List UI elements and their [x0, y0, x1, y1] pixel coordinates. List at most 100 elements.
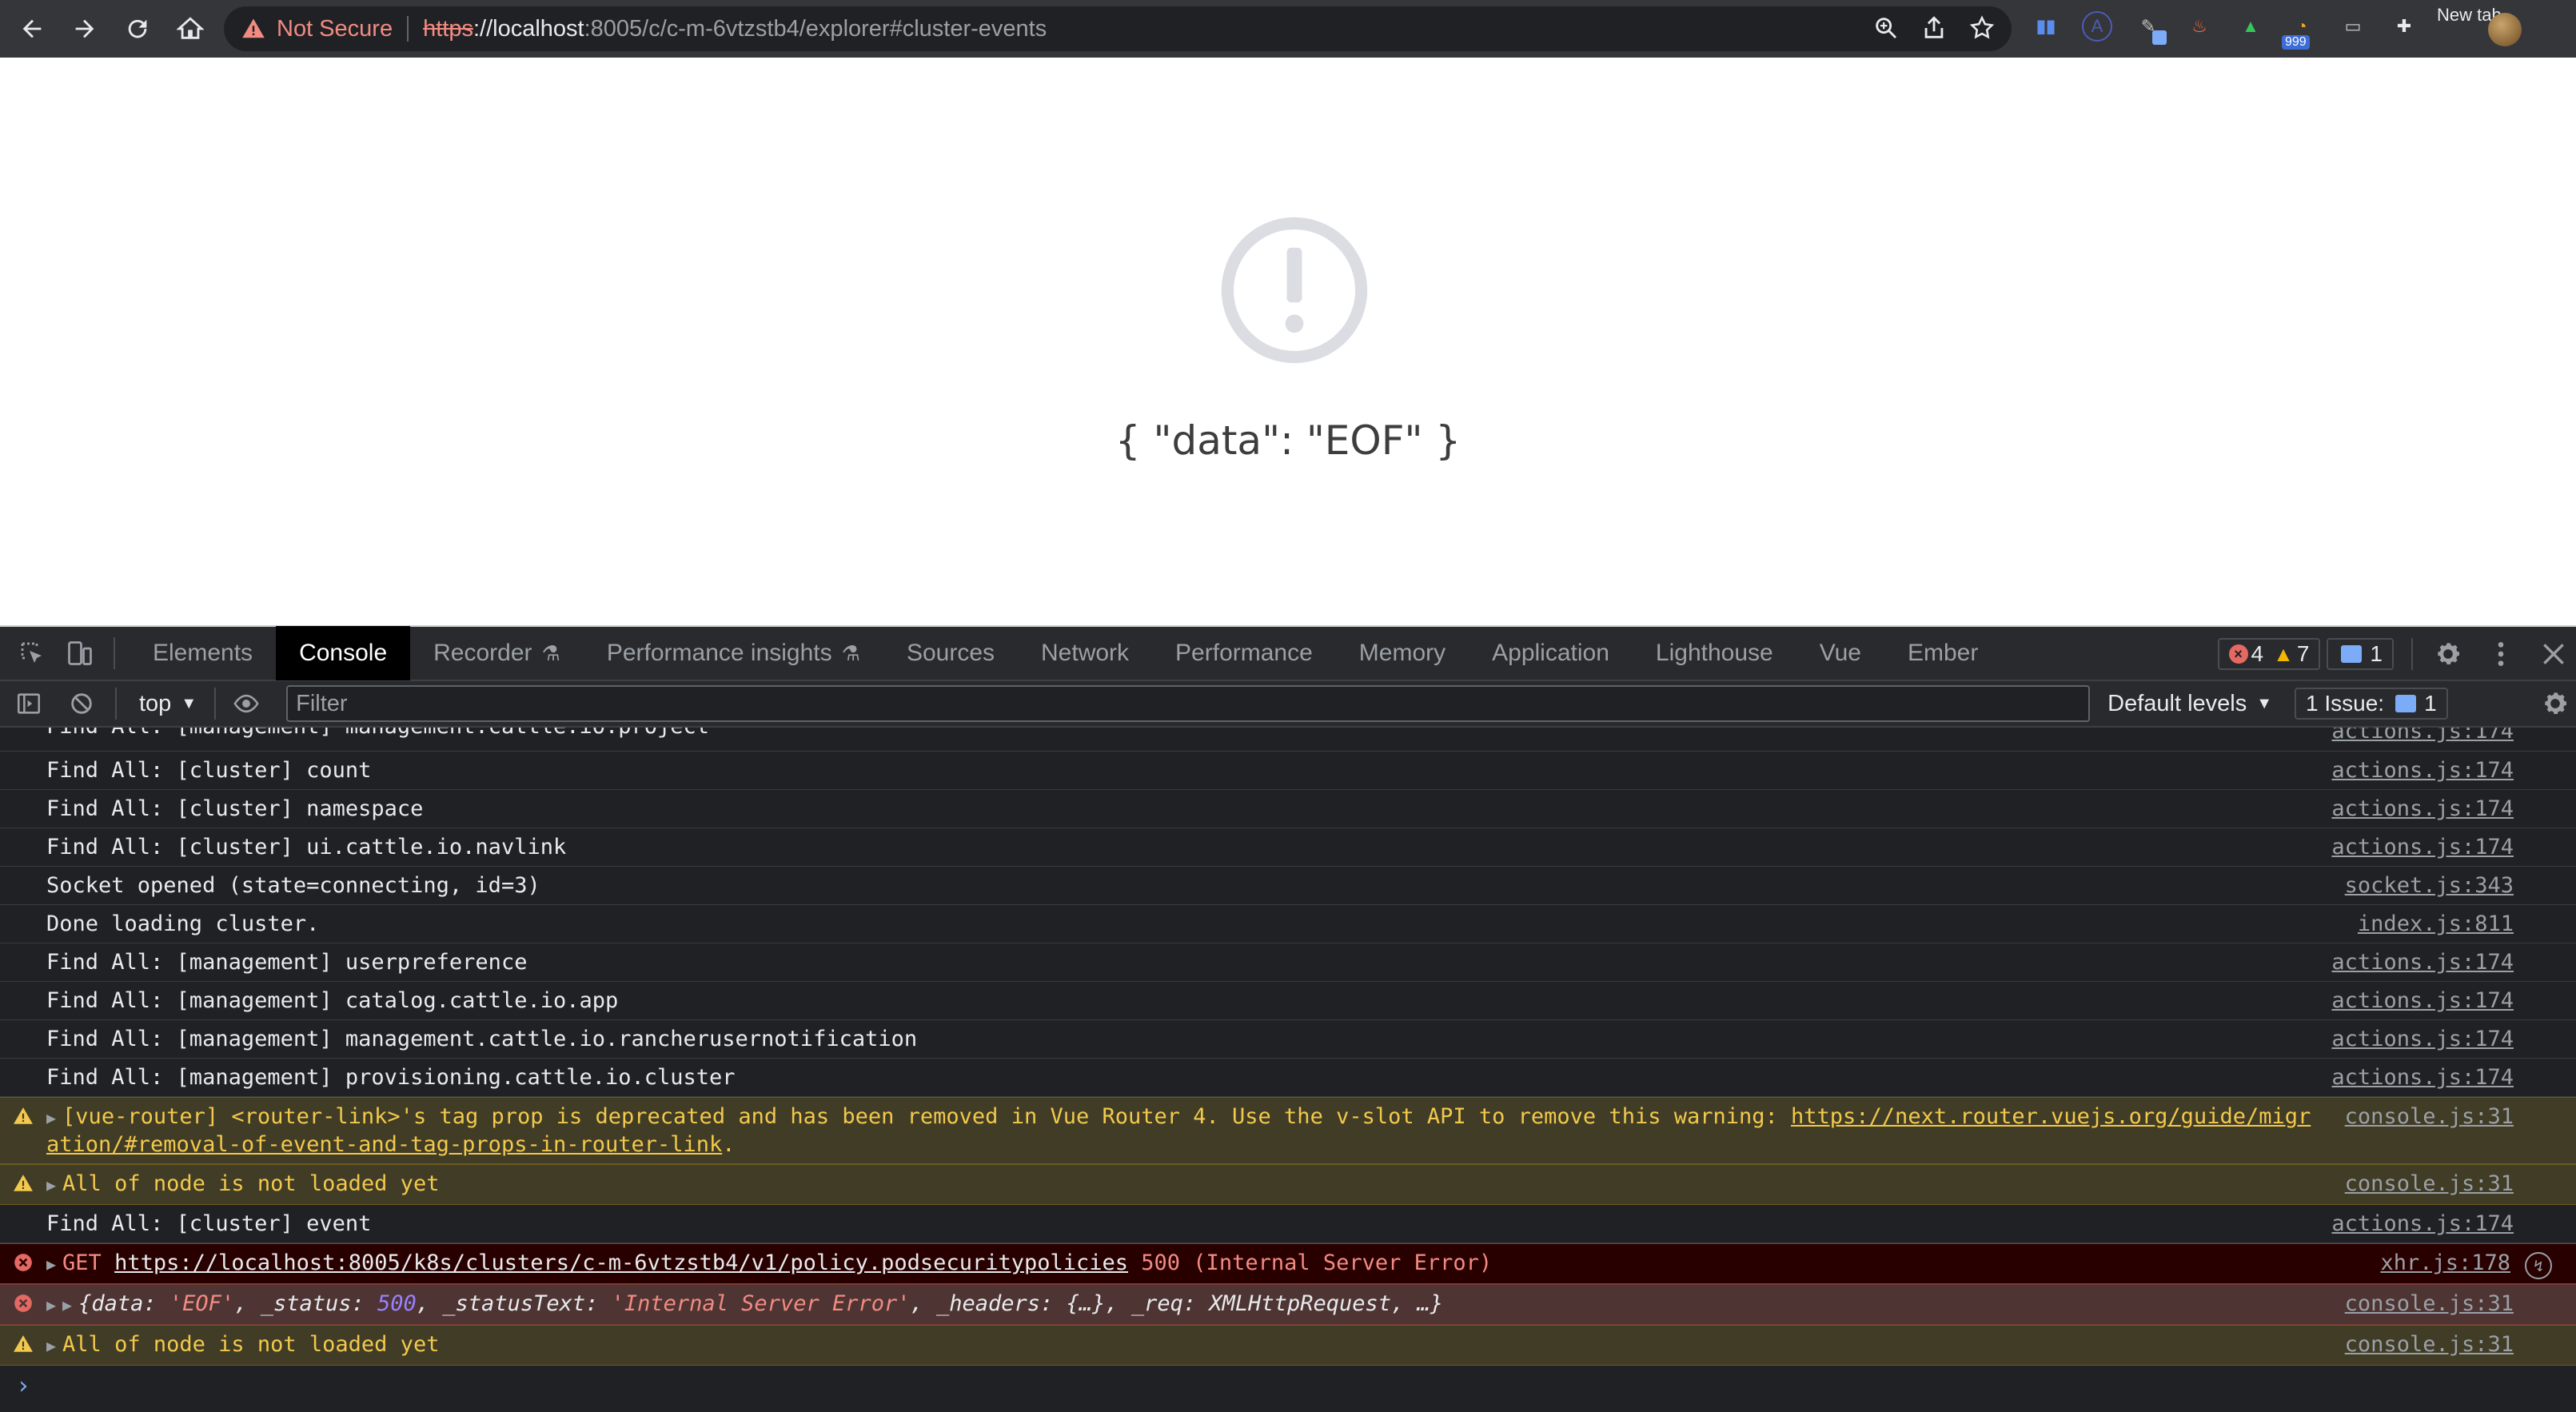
context-selector[interactable]: top ▼ [139, 691, 197, 717]
source-link[interactable]: xhr.js:178 [2380, 1250, 2510, 1276]
console-prompt[interactable]: › [0, 1366, 2576, 1400]
devtools-menu-button[interactable] [2485, 638, 2517, 670]
source-link[interactable]: actions.js:174 [2331, 834, 2514, 860]
issues-count: 1 [2424, 691, 2437, 716]
console-row[interactable]: Socket opened (state=connecting, id=3) so… [0, 867, 2576, 905]
console-row[interactable]: Find All: [cluster] count actions.js:174 [0, 752, 2576, 790]
address-bar[interactable]: Not Secure https://localhost:8005/c/c-m-… [224, 6, 2012, 51]
message-counts[interactable]: × 4 ▲ 7 [2217, 638, 2321, 670]
tab-console[interactable]: Console [276, 626, 411, 680]
console-row[interactable]: Find All: [management] catalog.cattle.io… [0, 982, 2576, 1020]
source-link[interactable]: console.js:31 [2345, 1331, 2514, 1358]
source-link[interactable]: actions.js:174 [2331, 728, 2514, 744]
extension-mountain-icon[interactable]: ▲ [2235, 11, 2266, 42]
tab-memory[interactable]: Memory [1336, 626, 1469, 680]
console-warning-row[interactable]: ▶ All of node is not loaded yet console.j… [0, 1325, 2576, 1366]
console-row[interactable]: Find All: [management] management.cattle… [0, 1020, 2576, 1059]
device-icon [68, 641, 92, 665]
console-message: Find All: [management] userpreference [46, 950, 528, 975]
warning-count: 7 [2296, 641, 2310, 666]
bookmark-star-icon[interactable] [1968, 14, 1996, 42]
tab-application[interactable]: Application [1469, 626, 1633, 680]
expand-triangle-icon[interactable]: ▶ [46, 1175, 56, 1195]
home-button[interactable] [169, 8, 211, 50]
expand-object-icon[interactable]: ▶ [62, 1295, 72, 1314]
console-row[interactable]: Find All: [cluster] namespace actions.js:… [0, 790, 2576, 828]
extension-bars-icon[interactable]: ▮▮ [2031, 11, 2061, 42]
source-link[interactable]: console.js:31 [2345, 1103, 2514, 1130]
source-link[interactable]: actions.js:174 [2331, 1211, 2514, 1237]
filter-input[interactable] [286, 685, 2091, 722]
console-row[interactable]: Find All: [cluster] ui.cattle.io.navlink… [0, 828, 2576, 867]
console-row[interactable]: Done loading cluster. index.js:811 [0, 905, 2576, 943]
profile-avatar[interactable] [2488, 13, 2522, 46]
eye-icon [233, 694, 259, 713]
source-link[interactable]: actions.js:174 [2331, 1064, 2514, 1091]
console-row[interactable]: Find All: [management] userpreference act… [0, 943, 2576, 982]
share-icon[interactable] [1920, 14, 1948, 42]
show-sidebar-button[interactable] [13, 688, 45, 720]
gear-icon [2438, 643, 2459, 664]
expand-triangle-icon[interactable]: ▶ [46, 1254, 56, 1274]
console-warning-row[interactable]: ▶ All of node is not loaded yet console.j… [0, 1164, 2576, 1205]
url-text[interactable]: https://localhost:8005/c/c-m-6vtzstb4/ex… [423, 16, 1047, 42]
tab-label: Performance [1175, 640, 1313, 666]
device-toolbar-button[interactable] [64, 637, 96, 669]
console-settings-button[interactable] [2539, 688, 2571, 724]
tab-ember[interactable]: Ember [1884, 626, 2001, 680]
error-object[interactable]: {data: 'EOF', _status: 500, _statusText:… [78, 1291, 1443, 1316]
url-scheme: https [423, 15, 473, 42]
expand-triangle-icon[interactable]: ▶ [46, 1336, 56, 1355]
tab-network[interactable]: Network [1018, 626, 1152, 680]
issues-counter[interactable]: 1 [2327, 638, 2394, 670]
source-link[interactable]: console.js:31 [2345, 1290, 2514, 1317]
extension-pen-icon[interactable]: ✎ [2133, 11, 2167, 45]
extension-fire-icon[interactable]: ♨ [2184, 11, 2215, 42]
clear-console-button[interactable] [66, 688, 98, 720]
console-error-row[interactable]: ▶ GET https://localhost:8005/k8s/clusters… [0, 1243, 2576, 1284]
expand-triangle-icon[interactable]: ▶ [46, 1295, 56, 1314]
source-link[interactable]: index.js:811 [2358, 911, 2514, 937]
console-error-row[interactable]: ▶ ▶ {data: 'EOF', _status: 500, _statusTex… [0, 1284, 2576, 1325]
network-request-icon[interactable]: ↯ [2525, 1252, 2552, 1279]
reload-button[interactable] [117, 8, 158, 50]
extension-a-icon[interactable]: A [2082, 11, 2112, 42]
forward-button[interactable] [64, 8, 106, 50]
puzzle-icon[interactable]: ✚ [2389, 11, 2419, 42]
console-row[interactable]: Find All: [cluster] event actions.js:174 [0, 1205, 2576, 1243]
browser-toolbar: Not Secure https://localhost:8005/c/c-m-… [0, 0, 2576, 58]
source-link[interactable]: console.js:31 [2345, 1171, 2514, 1197]
back-button[interactable] [11, 8, 53, 50]
security-label[interactable]: Not Secure [277, 16, 393, 42]
tab-vue[interactable]: Vue [1796, 626, 1884, 680]
console-row[interactable]: Find All: [management] provisioning.catt… [0, 1059, 2576, 1097]
source-link[interactable]: actions.js:174 [2331, 796, 2514, 822]
tab-recorder[interactable]: Recorder ⚗ [410, 626, 584, 680]
source-link[interactable]: socket.js:343 [2345, 872, 2514, 899]
zoom-icon[interactable] [1872, 14, 1900, 42]
devtools-settings-button[interactable] [2432, 638, 2464, 670]
extension-cc-icon[interactable]: ▭ [2338, 11, 2368, 42]
issues-button[interactable]: 1 Issue: 1 [2295, 688, 2448, 720]
source-link[interactable]: actions.js:174 [2331, 949, 2514, 975]
devtools-close-button[interactable] [2538, 638, 2570, 670]
tab-performance[interactable]: Performance [1152, 626, 1336, 680]
source-link[interactable]: actions.js:174 [2331, 987, 2514, 1014]
tab-elements[interactable]: Elements [130, 626, 276, 680]
tab-performance-insights[interactable]: Performance insights ⚗ [584, 626, 883, 680]
source-link[interactable]: actions.js:174 [2331, 1026, 2514, 1052]
toolbar-divider [2411, 638, 2413, 670]
message-icon [2341, 645, 2363, 663]
request-url-link[interactable]: https://localhost:8005/k8s/clusters/c-m-… [114, 1250, 1128, 1275]
console-warning-row[interactable]: ▶ [vue-router] <router-link>'s tag prop i… [0, 1097, 2576, 1164]
live-expression-button[interactable] [230, 688, 262, 720]
inspect-element-button[interactable] [16, 637, 48, 669]
console-row[interactable]: Find All: [management] management.cattle… [0, 728, 2576, 752]
log-levels-dropdown[interactable]: Default levels ▼ [2107, 691, 2272, 717]
source-link[interactable]: actions.js:174 [2331, 757, 2514, 784]
tab-lighthouse[interactable]: Lighthouse [1633, 626, 1796, 680]
extension-rss-icon[interactable]: ◔ 999 [2282, 11, 2317, 50]
tab-label: Console [299, 640, 388, 666]
tab-sources[interactable]: Sources [883, 626, 1018, 680]
expand-triangle-icon[interactable]: ▶ [46, 1108, 56, 1127]
